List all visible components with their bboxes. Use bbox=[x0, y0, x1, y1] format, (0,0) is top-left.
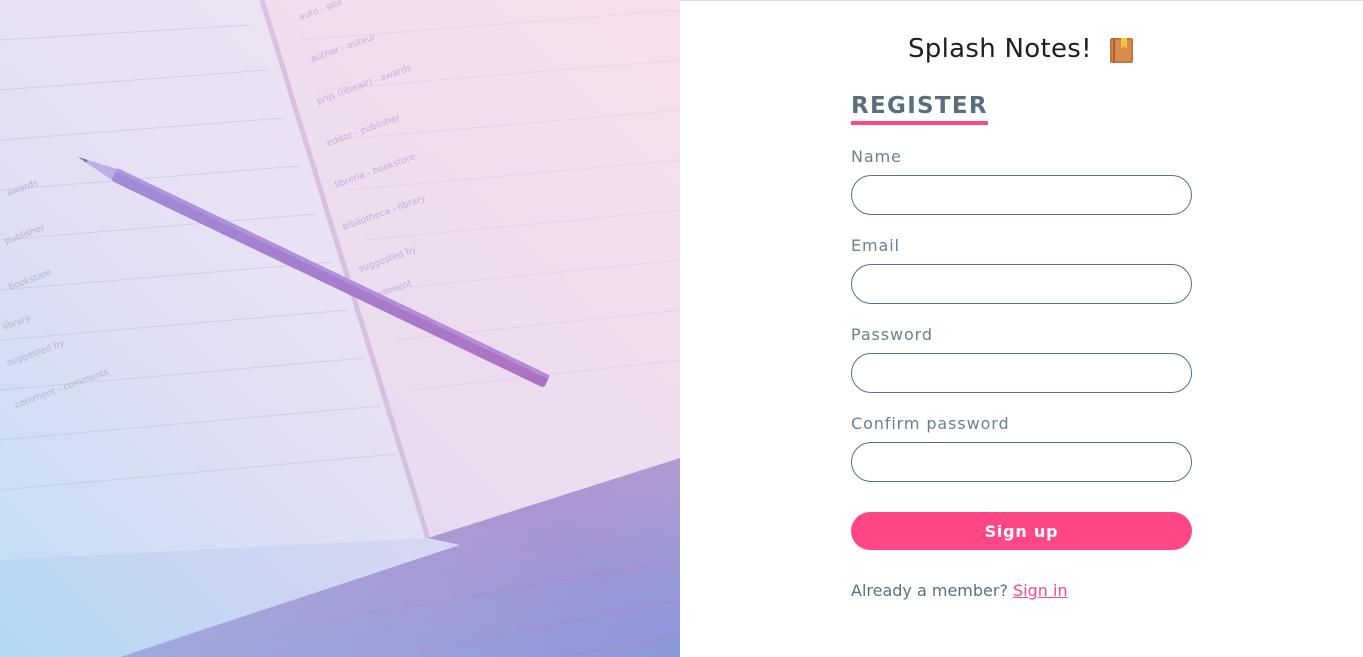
password-input[interactable] bbox=[851, 353, 1192, 393]
signin-prompt: Already a member? Sign in bbox=[851, 581, 1068, 601]
notebook-illustration: auto - site author - auteur prijs (liter… bbox=[0, 0, 680, 657]
hero-notebook-image: auto - site author - auteur prijs (liter… bbox=[0, 0, 680, 657]
email-input[interactable] bbox=[851, 264, 1192, 304]
notebook-icon bbox=[1110, 38, 1133, 63]
password-label: Password bbox=[851, 325, 933, 344]
register-heading: REGISTER bbox=[851, 93, 988, 125]
confirm-password-label: Confirm password bbox=[851, 414, 1010, 433]
sign-in-link[interactable]: Sign in bbox=[1013, 581, 1068, 600]
sign-up-button[interactable]: Sign up bbox=[851, 512, 1192, 550]
name-input[interactable] bbox=[851, 175, 1192, 215]
app-title: Splash Notes! bbox=[908, 34, 1092, 64]
email-label: Email bbox=[851, 236, 900, 255]
confirm-password-input[interactable] bbox=[851, 442, 1192, 482]
name-label: Name bbox=[851, 147, 902, 166]
already-member-text: Already a member? bbox=[851, 581, 1008, 600]
